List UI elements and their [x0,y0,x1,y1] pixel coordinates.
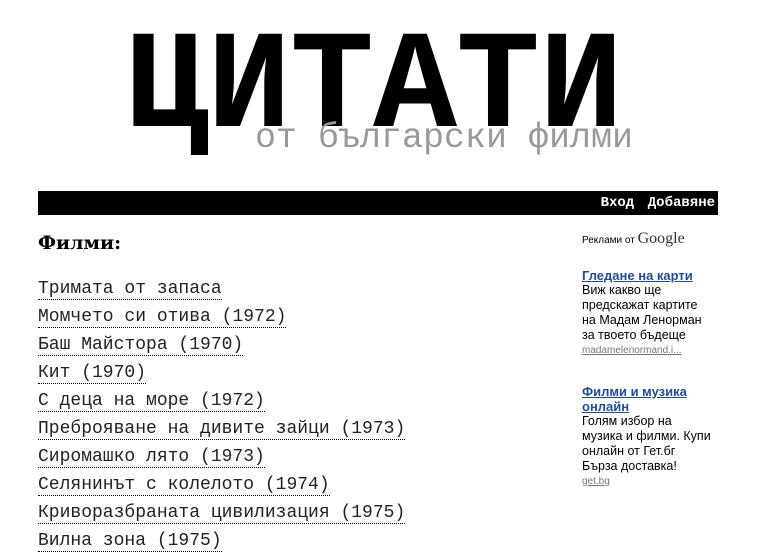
film-link[interactable]: Момчето си отива (1972) [38,307,287,328]
ads-by-google[interactable]: Реклами от Google [582,230,712,248]
site-subtitle: от български филми [255,118,634,158]
ads-panel: Реклами от Google Гледане на карти Виж к… [582,230,712,489]
films-heading: Филми: [38,232,122,254]
ad-title-link[interactable]: Гледане на карти [582,268,712,283]
film-link[interactable]: Тримата от запаса [38,279,222,300]
film-link[interactable]: Кит (1970) [38,363,147,384]
film-link[interactable]: Вилна зона (1975) [38,531,222,552]
add-link[interactable]: Добавяне [648,195,715,211]
ad-url-link[interactable]: get.bg [582,474,712,489]
ad-title-link[interactable]: Филми и музика онлайн [582,384,712,414]
film-link[interactable]: Баш Майстора (1970) [38,335,244,356]
ad-item: Гледане на карти Виж какво ще предскажат… [582,268,712,358]
films-list: Тримата от запаса Момчето си отива (1972… [38,278,406,558]
ads-label: Реклами от [582,235,635,246]
ad-text: Виж какво ще предскажат картите на Мадам… [582,283,702,342]
ad-url-link[interactable]: madamelenormand.i... [582,343,712,358]
film-link[interactable]: Криворазбраната цивилизация (1975) [38,503,406,524]
login-link[interactable]: Вход [601,195,635,211]
film-link[interactable]: Сиромашко лято (1973) [38,447,265,468]
ad-text: Голям избор на музика и филми. Купи онла… [582,414,711,473]
ad-item: Филми и музика онлайн Голям избор на муз… [582,384,712,489]
film-link[interactable]: С деца на море (1972) [38,391,265,412]
nav-bar: Вход Добавяне [38,191,718,215]
film-link[interactable]: Преброяване на дивите зайци (1973) [38,419,406,440]
film-link[interactable]: Селянинът с колелото (1974) [38,475,330,496]
google-logo: Google [637,230,685,247]
